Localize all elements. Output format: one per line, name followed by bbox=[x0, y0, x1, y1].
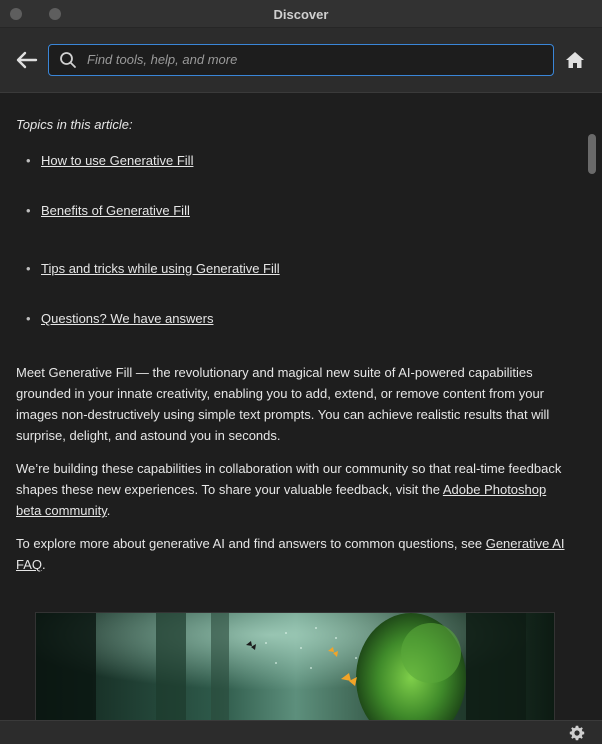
topic-link[interactable]: Benefits of Generative Fill bbox=[41, 203, 190, 218]
topic-link[interactable]: How to use Generative Fill bbox=[41, 153, 193, 168]
home-button[interactable] bbox=[565, 51, 585, 69]
window-title: Discover bbox=[273, 7, 329, 22]
scrollbar-thumb[interactable] bbox=[588, 134, 596, 174]
home-icon bbox=[566, 52, 584, 68]
article-content: Topics in this article: • How to use Gene… bbox=[0, 94, 602, 720]
header bbox=[0, 28, 602, 93]
faq-paragraph: To explore more about generative AI and … bbox=[16, 536, 565, 572]
search-box[interactable] bbox=[48, 44, 554, 76]
back-button[interactable] bbox=[14, 48, 40, 72]
feedback-paragraph: We’re building these capabilities in col… bbox=[16, 461, 562, 518]
list-item: • Questions? We have answers bbox=[26, 311, 214, 326]
topic-link[interactable]: Tips and tricks while using Generative F… bbox=[41, 261, 280, 276]
list-item: • Benefits of Generative Fill bbox=[26, 203, 190, 218]
list-item: • Tips and tricks while using Generative … bbox=[26, 261, 280, 276]
gear-icon bbox=[569, 725, 585, 741]
title-bar: Discover bbox=[0, 0, 602, 28]
search-input[interactable] bbox=[87, 45, 547, 74]
intro-paragraph: Meet Generative Fill — the revolutionary… bbox=[16, 365, 550, 443]
settings-button[interactable] bbox=[569, 725, 585, 741]
hero-image bbox=[35, 612, 555, 720]
forest-illustration bbox=[36, 613, 554, 720]
topic-link[interactable]: Questions? We have answers bbox=[41, 311, 213, 326]
arrow-left-icon bbox=[16, 51, 38, 69]
list-item: • How to use Generative Fill bbox=[26, 153, 194, 168]
topics-heading: Topics in this article: bbox=[16, 117, 133, 132]
bottom-bar bbox=[0, 720, 602, 744]
search-icon bbox=[60, 52, 76, 68]
